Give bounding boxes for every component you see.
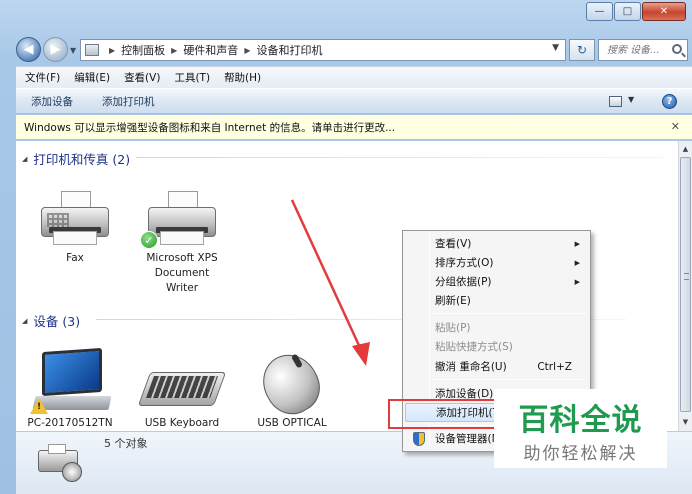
submenu-arrow-icon: ▶ <box>574 277 580 286</box>
window-controls: — □ ✕ <box>585 2 686 21</box>
group-header-printers[interactable]: ◢ 打印机和传真 (2) <box>22 149 130 168</box>
forward-arrow-icon: ▶ <box>50 42 61 57</box>
device-xps-writer[interactable]: ✓ Microsoft XPS Document Writer <box>132 191 232 296</box>
command-bar: 添加设备 添加打印机 ▼ ? <box>16 88 692 114</box>
group-title-devices: 设备 (3) <box>33 314 81 329</box>
laptop-icon: ! <box>28 346 112 416</box>
devices-printers-icon <box>34 442 86 486</box>
object-count: 5 个对象 <box>104 437 148 450</box>
watermark: 百科全说 助你轻松解决 <box>494 389 667 468</box>
control-panel-icon <box>85 44 99 56</box>
ctx-paste[interactable]: 粘贴(P) <box>405 318 588 337</box>
search-box[interactable] <box>598 39 688 61</box>
breadcrumb-devices-printers[interactable]: 设备和打印机 <box>256 42 322 58</box>
device-fax[interactable]: Fax <box>25 191 125 266</box>
address-bar[interactable]: ▶ 控制面板 ▶ 硬件和声音 ▶ 设备和打印机 ▼ <box>80 39 566 61</box>
device-label: PC-20170512TN <box>27 417 113 429</box>
maximize-button[interactable]: □ <box>614 2 641 21</box>
submenu-arrow-icon: ▶ <box>574 239 580 248</box>
device-label: Fax <box>66 252 84 264</box>
keyboard-icon <box>137 346 227 416</box>
scroll-down-icon[interactable]: ▼ <box>679 415 692 429</box>
ctx-paste-shortcut[interactable]: 粘贴快捷方式(S) <box>405 337 588 356</box>
breadcrumb-separator-icon[interactable]: ▶ <box>244 46 250 55</box>
close-button[interactable]: ✕ <box>642 2 686 21</box>
minimize-button[interactable]: — <box>586 2 613 21</box>
device-pc[interactable]: ! PC-20170512TN <box>20 346 120 431</box>
arrow-head <box>352 342 370 366</box>
menu-bar: 文件(F) 编辑(E) 查看(V) 工具(T) 帮助(H) <box>16 66 692 88</box>
watermark-subtitle: 助你轻松解决 <box>523 444 638 464</box>
collapse-triangle-icon[interactable]: ◢ <box>22 317 27 325</box>
fax-icon <box>35 191 115 251</box>
device-label: USB OPTICAL <box>257 417 327 429</box>
breadcrumb: ▶ 控制面板 ▶ 硬件和声音 ▶ 设备和打印机 <box>103 42 322 58</box>
ctx-label: 撤消 重命名(U) <box>435 361 507 373</box>
breadcrumb-control-panel[interactable]: 控制面板 <box>121 42 165 58</box>
uac-shield-icon <box>413 431 425 446</box>
device-label: Microsoft XPS <box>146 252 218 264</box>
view-options-dropdown-icon[interactable]: ▼ <box>628 95 634 104</box>
arrow-shaft <box>290 199 364 353</box>
printer-icon: ✓ <box>140 191 222 251</box>
ctx-undo-rename[interactable]: 撤消 重命名(U) Ctrl+Z <box>405 357 588 376</box>
ctx-view[interactable]: 查看(V) ▶ <box>405 234 588 253</box>
ctx-separator <box>433 313 586 314</box>
breadcrumb-separator-icon[interactable]: ▶ <box>109 46 115 55</box>
back-arrow-icon: ◀ <box>23 42 34 57</box>
watermark-title: 百科全说 <box>518 403 643 438</box>
ctx-separator <box>433 379 586 380</box>
add-printer-button[interactable]: 添加打印机 <box>87 94 169 109</box>
device-label: Document <box>154 267 210 279</box>
recent-pages-dropdown[interactable]: ▼ <box>70 46 76 55</box>
info-bar-text[interactable]: Windows 可以显示增强型设备图标和来自 Internet 的信息。请单击进… <box>24 120 395 135</box>
menu-tools[interactable]: 工具(T) <box>167 70 217 85</box>
group-divider <box>136 157 666 158</box>
device-usb-keyboard[interactable]: USB Keyboard <box>132 346 232 431</box>
scroll-up-icon[interactable]: ▲ <box>679 142 692 156</box>
address-row: ◀ ▶ ▼ ▶ 控制面板 ▶ 硬件和声音 ▶ 设备和打印机 ▼ ↻ <box>0 34 692 64</box>
ctx-sort-by[interactable]: 排序方式(O) ▶ <box>405 253 588 272</box>
add-device-button[interactable]: 添加设备 <box>16 94 87 109</box>
ctx-shortcut: Ctrl+Z <box>537 360 572 373</box>
device-label: USB Keyboard <box>144 417 220 429</box>
refresh-button[interactable]: ↻ <box>569 39 595 61</box>
breadcrumb-separator-icon[interactable]: ▶ <box>171 46 177 55</box>
ctx-label: 粘贴快捷方式(S) <box>435 341 513 353</box>
collapse-triangle-icon[interactable]: ◢ <box>22 155 27 163</box>
info-bar[interactable]: Windows 可以显示增强型设备图标和来自 Internet 的信息。请单击进… <box>16 115 692 140</box>
search-input[interactable] <box>607 44 669 56</box>
group-header-devices[interactable]: ◢ 设备 (3) <box>22 311 80 330</box>
ctx-label: 分组依据(P) <box>435 276 492 288</box>
ctx-refresh[interactable]: 刷新(E) <box>405 291 588 310</box>
ctx-label: 粘贴(P) <box>435 322 471 334</box>
highlight-box <box>388 399 497 429</box>
menu-help[interactable]: 帮助(H) <box>217 70 268 85</box>
title-bar: — □ ✕ <box>0 0 692 34</box>
info-bar-close-icon[interactable]: ✕ <box>671 120 680 133</box>
submenu-arrow-icon: ▶ <box>574 258 580 267</box>
change-view-icon[interactable] <box>609 96 622 107</box>
ctx-label: 排序方式(O) <box>435 257 494 269</box>
scrollbar-thumb[interactable] <box>680 157 691 412</box>
back-button[interactable]: ◀ <box>16 37 41 62</box>
ctx-group-by[interactable]: 分组依据(P) ▶ <box>405 272 588 291</box>
address-dropdown-icon[interactable]: ▼ <box>552 43 559 53</box>
menu-file[interactable]: 文件(F) <box>18 70 67 85</box>
ctx-label: 刷新(E) <box>435 295 471 307</box>
forward-button[interactable]: ▶ <box>43 37 68 62</box>
menu-edit[interactable]: 编辑(E) <box>67 70 117 85</box>
default-printer-check-icon: ✓ <box>140 231 158 249</box>
group-title-printers: 打印机和传真 (2) <box>33 152 131 167</box>
ctx-label: 查看(V) <box>435 238 472 250</box>
device-label: Writer <box>165 282 199 294</box>
annotation-arrow <box>290 199 370 366</box>
search-icon[interactable] <box>672 44 682 54</box>
breadcrumb-hardware-sound[interactable]: 硬件和声音 <box>183 42 238 58</box>
help-icon[interactable]: ? <box>662 94 677 109</box>
vertical-scrollbar[interactable]: ▲ ▼ <box>678 141 692 431</box>
menu-view[interactable]: 查看(V) <box>117 70 167 85</box>
refresh-icon: ↻ <box>576 43 588 57</box>
